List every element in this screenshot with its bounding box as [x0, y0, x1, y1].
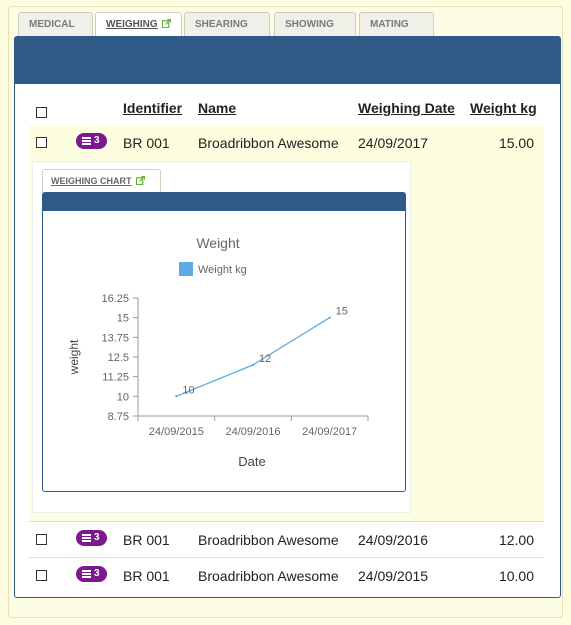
records-badge[interactable]: 3: [76, 133, 107, 149]
tab-weighing-chart-label: WEIGHING CHART: [51, 176, 132, 186]
y-tick-label: 16.25: [101, 293, 129, 305]
row-date: 24/09/2017: [358, 135, 429, 151]
row-identifier: BR 001: [123, 568, 170, 584]
divider: [29, 557, 544, 558]
row-checkbox[interactable]: [36, 137, 47, 148]
tab-weighing-label: WEIGHING: [106, 19, 158, 30]
weight-chart: Weight Weight kg 16.25 15 13.75 12.5 11.25 10…: [67, 235, 369, 469]
row-date: 24/09/2016: [358, 532, 429, 548]
data-label: 15: [336, 306, 348, 318]
weighing-container: MEDICAL WEIGHING SHEARING SHOWING MATING…: [8, 6, 563, 618]
series-line: [176, 317, 331, 397]
y-tick-label: 12.5: [108, 352, 129, 364]
y-tick-label: 8.75: [108, 411, 129, 423]
external-link-icon: [135, 176, 145, 185]
data-label: 12: [259, 353, 271, 365]
records-badge[interactable]: 3: [76, 530, 107, 546]
tab-weighing[interactable]: WEIGHING: [95, 12, 182, 39]
list-icon: [82, 570, 91, 578]
row-identifier: BR 001: [123, 532, 170, 548]
data-point: [328, 316, 331, 319]
external-link-icon: [161, 19, 171, 28]
col-weighing-date[interactable]: Weighing Date: [358, 100, 455, 116]
tab-medical[interactable]: MEDICAL: [18, 12, 93, 38]
x-tick-label: 24/09/2015: [149, 426, 204, 438]
row-weight: 12.00: [498, 532, 534, 548]
list-icon: [82, 137, 91, 145]
col-weight[interactable]: Weight kg: [470, 100, 537, 116]
data-point: [175, 395, 178, 398]
row-name: Broadribbon Awesome: [198, 532, 339, 548]
y-tick-label: 10: [117, 391, 129, 403]
x-axis-label: Date: [238, 454, 265, 469]
y-tick-label: 13.75: [101, 332, 129, 344]
data-label: 10: [182, 384, 194, 396]
y-tick-label: 15: [117, 313, 129, 325]
tab-shearing-label: SHEARING: [195, 19, 248, 30]
col-name[interactable]: Name: [198, 100, 236, 116]
legend-label: Weight kg: [198, 264, 247, 276]
tab-showing-label: SHOWING: [285, 19, 334, 30]
badge-count: 3: [94, 568, 100, 579]
row-checkbox[interactable]: [36, 570, 47, 581]
y-axis-label: weight: [67, 339, 81, 375]
badge-count: 3: [94, 532, 100, 543]
tab-mating[interactable]: MATING: [359, 12, 434, 38]
records-badge[interactable]: 3: [76, 566, 107, 582]
weighing-panel: Identifier Name Weighing Date Weight kg …: [14, 36, 561, 598]
row-date: 24/09/2015: [358, 568, 429, 584]
col-identifier[interactable]: Identifier: [123, 100, 182, 116]
list-icon: [82, 534, 91, 542]
chart-panel: Weight Weight kg 16.25 15 13.75 12.5 11.25 10…: [42, 192, 406, 492]
panel-header: [15, 37, 560, 84]
chart-title: Weight: [196, 235, 239, 251]
row-weight: 15.00: [498, 135, 534, 151]
tab-shearing[interactable]: SHEARING: [184, 12, 270, 38]
row-name: Broadribbon Awesome: [198, 568, 339, 584]
x-tick-label: 24/09/2017: [302, 426, 357, 438]
tab-showing[interactable]: SHOWING: [274, 12, 356, 38]
tab-mating-label: MATING: [370, 19, 409, 30]
tab-weighing-chart[interactable]: WEIGHING CHART: [42, 169, 161, 193]
weighing-chart-container: WEIGHING CHART Weight Weight kg 16.25 15 1…: [32, 161, 411, 513]
tab-medical-label: MEDICAL: [29, 19, 75, 30]
legend-swatch: [179, 262, 193, 276]
row-name: Broadribbon Awesome: [198, 135, 339, 151]
select-all-checkbox[interactable]: [36, 107, 47, 118]
x-tick-label: 24/09/2016: [225, 426, 280, 438]
chart-panel-header: [43, 193, 405, 211]
row-checkbox[interactable]: [36, 534, 47, 545]
row-identifier: BR 001: [123, 135, 170, 151]
badge-count: 3: [94, 135, 100, 146]
data-point: [251, 363, 255, 367]
y-tick-label: 11.25: [102, 372, 129, 384]
divider: [29, 521, 544, 522]
row-weight: 10.00: [498, 568, 534, 584]
